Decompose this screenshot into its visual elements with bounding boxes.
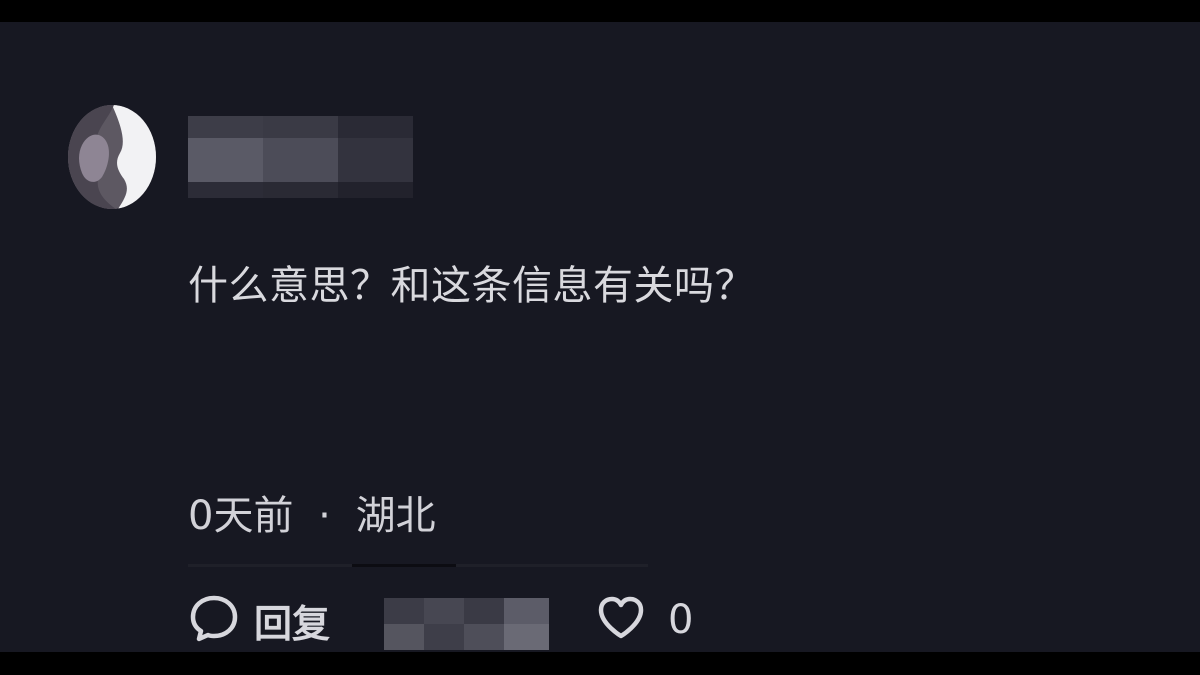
divider-accent — [352, 564, 456, 567]
reply-button[interactable]: 回复 — [188, 588, 330, 652]
like-count: 0 — [668, 597, 694, 643]
meta-separator: · — [318, 493, 331, 539]
comment-card: 什么意思？和这条信息有关吗？ 0天前 · 湖北 回复 0 — [0, 22, 1200, 652]
avatar-image — [68, 105, 156, 209]
obscured-content — [384, 598, 549, 654]
like-button[interactable]: 0 — [596, 588, 693, 652]
comment-time: 0天前 — [188, 493, 294, 539]
comment-text: 什么意思？和这条信息有关吗？ — [188, 263, 755, 309]
reply-label: 回复 — [254, 601, 331, 646]
avatar[interactable] — [68, 105, 156, 209]
speech-bubble-icon — [188, 592, 240, 648]
heart-icon — [596, 593, 646, 647]
username-obscured[interactable] — [188, 112, 413, 202]
comment-meta: 0天前 · 湖北 — [188, 488, 436, 544]
action-bar: 回复 0 — [188, 588, 708, 652]
comment-location: 湖北 — [355, 493, 436, 539]
